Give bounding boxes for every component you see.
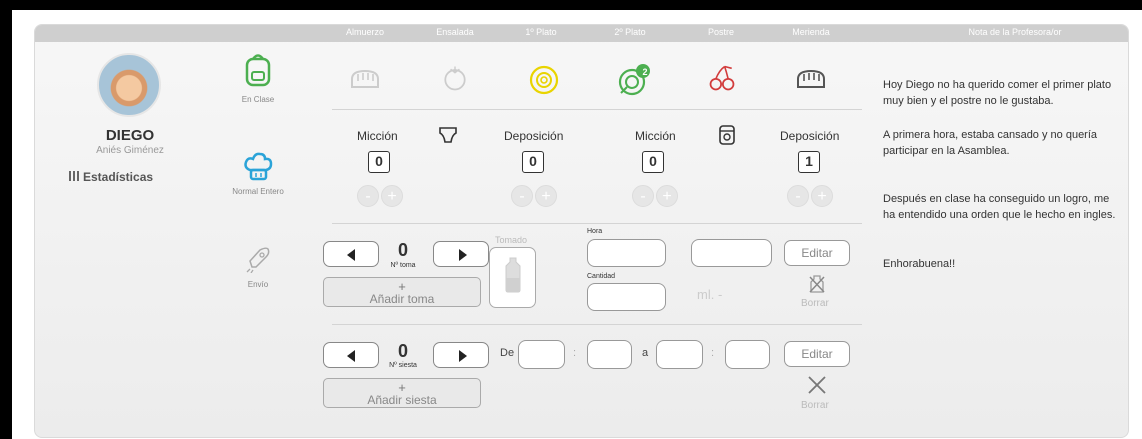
- diaper-miccion-minus-button[interactable]: -: [357, 185, 379, 207]
- bottle-extra-input[interactable]: [691, 239, 772, 267]
- chef-hat-icon[interactable]: [243, 152, 273, 182]
- second-course-badge: 2: [642, 67, 648, 77]
- bottle-next-button[interactable]: [433, 241, 489, 267]
- nap-delete-label[interactable]: Borrar: [801, 400, 829, 411]
- close-icon[interactable]: [807, 375, 827, 395]
- status-label-class: En Clase: [241, 95, 275, 104]
- potty-deposicion-label: Deposición: [780, 129, 840, 143]
- rocket-icon[interactable]: [246, 247, 270, 273]
- header-segundo-plato: 2º Plato: [614, 27, 646, 37]
- diaper-deposicion-plus-button[interactable]: +: [535, 185, 557, 207]
- bottle-delete-label[interactable]: Borrar: [801, 298, 829, 309]
- diaper-icon: [439, 127, 457, 143]
- avatar: [97, 53, 161, 117]
- statistics-link[interactable]: Estadísticas: [69, 170, 153, 184]
- divider: [332, 109, 862, 110]
- add-bottle-button[interactable]: + Añadir toma: [323, 277, 481, 307]
- amount-label: Cantidad: [587, 273, 616, 280]
- header-nota: Nota de la Profesora/or: [968, 27, 1062, 37]
- nap-to-hour-input[interactable]: [656, 340, 703, 369]
- nap-from-minute-input[interactable]: [587, 340, 632, 369]
- nap-prev-button[interactable]: [323, 342, 379, 368]
- student-first-name: DIEGO: [105, 127, 155, 144]
- no-bottle-icon[interactable]: [808, 274, 826, 294]
- bottle-count: 0: [397, 240, 408, 260]
- nap-to-minute-input[interactable]: [725, 340, 770, 369]
- diaper-miccion-count: 0: [368, 151, 390, 173]
- page: Almuerzo Ensalada 1º Plato 2º Plato Post…: [12, 10, 1142, 439]
- bar-chart-icon: [69, 171, 79, 181]
- potty-deposicion-plus-button[interactable]: +: [811, 185, 833, 207]
- potty-miccion-plus-button[interactable]: +: [656, 185, 678, 207]
- potty-deposicion-count: 1: [798, 151, 820, 173]
- divider: [332, 223, 862, 224]
- hour-label: Hora: [587, 228, 603, 235]
- bottle-count-label: Nº toma: [390, 262, 416, 269]
- diaper-deposicion-minus-button[interactable]: -: [511, 185, 533, 207]
- status-label-food: Normal Entero: [232, 187, 284, 196]
- add-nap-label: Añadir siesta: [367, 393, 437, 407]
- diaper-deposicion-label: Deposición: [504, 129, 564, 143]
- nap-count: 0: [397, 341, 408, 361]
- column-header-bar: Almuerzo Ensalada 1º Plato 2º Plato Post…: [35, 25, 1128, 42]
- nap-to-label: a: [642, 347, 649, 359]
- nap-from-hour-input[interactable]: [518, 340, 565, 369]
- plus-icon: +: [398, 380, 406, 395]
- baby-bottle-icon: [505, 257, 521, 293]
- nap-from-label: De: [500, 347, 515, 359]
- unit-label: ml. -: [697, 287, 723, 302]
- potty-miccion-minus-button[interactable]: -: [632, 185, 654, 207]
- teacher-note-p3: Después en clase ha conseguido un logro,…: [883, 193, 1116, 221]
- teacher-note-p4: Enhorabuena!!: [883, 258, 956, 270]
- cherry-icon[interactable]: [705, 63, 739, 93]
- bottle-prev-button[interactable]: [323, 241, 379, 267]
- teacher-note-p1: Hoy Diego no ha querido comer el primer …: [883, 79, 1112, 107]
- nap-edit-button[interactable]: Editar: [784, 341, 850, 367]
- student-last-name: Aniés Giménez: [96, 145, 164, 156]
- nap-next-button[interactable]: [433, 342, 489, 368]
- snack-bread-icon[interactable]: [794, 65, 828, 95]
- arrow-left-icon: [347, 249, 355, 261]
- diaper-deposicion-count: 0: [522, 151, 544, 173]
- potty-deposicion-minus-button[interactable]: -: [787, 185, 809, 207]
- first-course-icon[interactable]: [526, 62, 562, 98]
- header-ensalada: Ensalada: [436, 27, 474, 37]
- status-label-send: Envío: [247, 280, 269, 289]
- amount-input[interactable]: [587, 283, 666, 311]
- nap-count-label: Nº siesta: [389, 362, 417, 369]
- bread-icon[interactable]: [348, 65, 382, 95]
- header-postre: Postre: [707, 27, 734, 37]
- backpack-icon[interactable]: [244, 53, 272, 87]
- arrow-right-icon: [459, 350, 467, 362]
- statistics-label: Estadísticas: [83, 170, 154, 184]
- diaper-miccion-label: Micción: [357, 129, 398, 143]
- nap-from-separator: :: [573, 347, 577, 359]
- potty-miccion-label: Micción: [635, 129, 676, 143]
- tomato-icon[interactable]: [438, 63, 472, 93]
- potty-miccion-count: 0: [642, 151, 664, 173]
- plus-icon: +: [398, 279, 406, 294]
- teacher-note-p2: A primera hora, estaba cansado y no quer…: [883, 129, 1098, 157]
- divider: [332, 324, 862, 325]
- taken-label: Tomado: [495, 235, 528, 245]
- nap-to-separator: :: [711, 347, 715, 359]
- header-merienda: Merienda: [792, 27, 830, 37]
- header-almuerzo: Almuerzo: [345, 27, 384, 37]
- diaper-miccion-plus-button[interactable]: +: [381, 185, 403, 207]
- student-card: Almuerzo Ensalada 1º Plato 2º Plato Post…: [34, 24, 1129, 438]
- potty-icon: [719, 125, 735, 145]
- taken-box[interactable]: [489, 247, 536, 308]
- arrow-left-icon: [347, 350, 355, 362]
- add-nap-button[interactable]: + Añadir siesta: [323, 378, 481, 408]
- arrow-right-icon: [459, 249, 467, 261]
- header-primer-plato: 1º Plato: [525, 27, 557, 37]
- add-bottle-label: Añadir toma: [369, 292, 435, 306]
- bottle-edit-button[interactable]: Editar: [784, 240, 850, 266]
- hour-input[interactable]: [587, 239, 666, 267]
